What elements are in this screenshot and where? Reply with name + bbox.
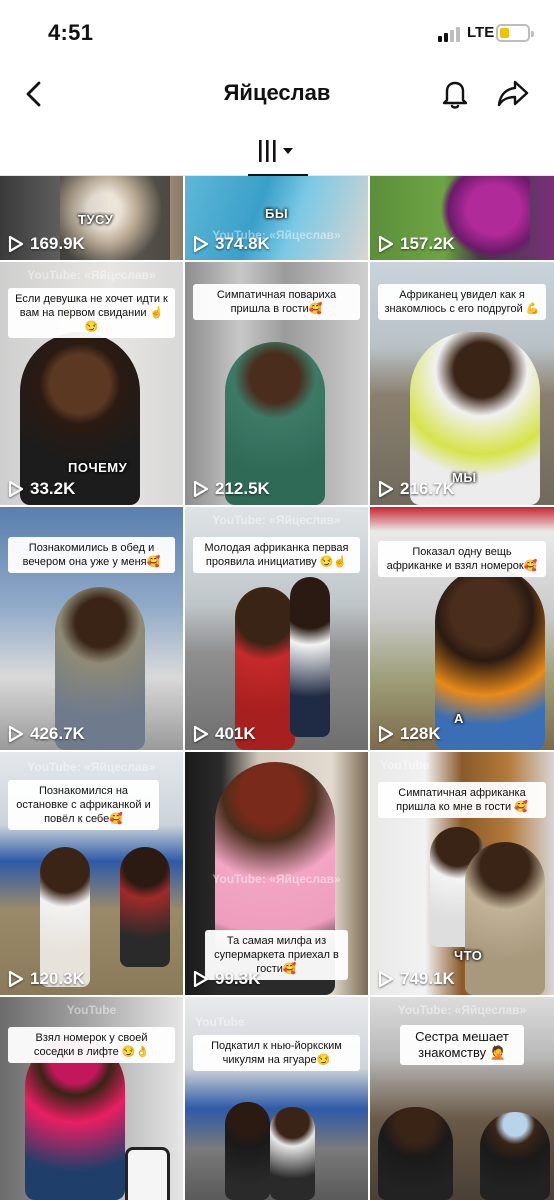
- view-count: 401K: [193, 724, 256, 744]
- video-overlay-text: ПОЧЕМУ: [68, 460, 128, 475]
- view-count-label: 216.7K: [400, 479, 455, 498]
- video-overlay-text: ТУСУ: [78, 212, 114, 227]
- play-icon: [8, 725, 24, 743]
- video-grid: ТУСУ 169.9K YouTube: «Яйцеслав» БЫ 374.8…: [0, 176, 554, 1200]
- video-caption: Сестра мешает знакомству 🤦: [400, 1025, 524, 1065]
- video-tile[interactable]: YouTube Симпатичная африканка пришла ко …: [370, 752, 554, 995]
- share-arrow-icon: [497, 80, 529, 107]
- video-tile[interactable]: YouTube: «Яйцеслав» Сестра мешает знаком…: [370, 997, 554, 1200]
- video-caption: Подкатил к нью-йоркским чикулям на ягуар…: [193, 1035, 360, 1071]
- watermark: YouTube: [66, 1003, 117, 1017]
- view-count: 157.2K: [378, 234, 455, 254]
- video-caption: Африканец увидел как я знакомлюсь с его …: [378, 284, 546, 320]
- video-caption: Познакомились в обед и вечером она уже у…: [8, 537, 175, 573]
- view-count-label: 401K: [215, 724, 256, 743]
- play-icon: [8, 480, 24, 498]
- play-icon: [378, 480, 394, 498]
- view-count: 169.9K: [8, 234, 85, 254]
- view-count: 374.8K: [193, 234, 270, 254]
- watermark: YouTube: «Яйцеслав»: [397, 1003, 527, 1017]
- play-icon: [8, 235, 24, 253]
- video-caption: Познакомился на остановке с африканкой и…: [8, 780, 159, 830]
- view-count-label: 212.5K: [215, 479, 270, 498]
- video-tile[interactable]: YouTube: «Яйцеслав» БЫ 374.8K: [185, 176, 368, 260]
- video-tile[interactable]: YouTube Взял номерок у своей соседки в л…: [0, 997, 183, 1200]
- view-count-label: 157.2K: [400, 234, 455, 253]
- play-icon: [193, 970, 209, 988]
- tab-videos-grid[interactable]: [252, 136, 302, 166]
- play-icon: [378, 970, 394, 988]
- video-caption: Симпатичная повариха пришла в гости🥰: [193, 284, 360, 320]
- view-count-label: 374.8K: [215, 234, 270, 253]
- view-count: 426.7K: [8, 724, 85, 744]
- watermark: YouTube: «Яйцеслав»: [27, 268, 156, 282]
- view-count: 212.5K: [193, 479, 270, 499]
- video-tile[interactable]: Познакомились в обед и вечером она уже у…: [0, 507, 183, 750]
- view-count: 128K: [378, 724, 441, 744]
- watermark: YouTube: «Яйцеслав»: [212, 513, 341, 527]
- video-tile[interactable]: Африканец увидел как я знакомлюсь с его …: [370, 262, 554, 505]
- view-count: 749.1K: [378, 969, 455, 989]
- view-count-label: 99.3K: [215, 969, 261, 988]
- view-count: 99.3K: [193, 969, 260, 989]
- video-overlay-text: БЫ: [265, 206, 289, 221]
- video-tile[interactable]: Показал одну вещь африканке и взял номер…: [370, 507, 554, 750]
- view-count-label: 749.1K: [400, 969, 455, 988]
- play-icon: [378, 725, 394, 743]
- video-caption: Симпатичная африканка пришла ко мне в го…: [378, 782, 546, 818]
- watermark: YouTube: [380, 758, 430, 772]
- play-icon: [378, 235, 394, 253]
- video-caption: Молодая африканка первая проявила инициа…: [193, 537, 360, 573]
- video-caption: Показал одну вещь африканке и взял номер…: [378, 541, 546, 577]
- video-overlay-text: МЫ: [452, 470, 477, 485]
- play-icon: [193, 480, 209, 498]
- video-tile[interactable]: YouTube: «Яйцеслав» Молодая африканка пе…: [185, 507, 368, 750]
- notifications-button[interactable]: [438, 76, 472, 110]
- video-tile[interactable]: ТУСУ 169.9K: [0, 176, 183, 260]
- battery-icon: [496, 24, 534, 42]
- watermark: YouTube: «Яйцеслав»: [212, 872, 341, 886]
- watermark: YouTube: [195, 1015, 245, 1029]
- view-count-label: 33.2K: [30, 479, 76, 498]
- status-time: 4:51: [48, 20, 94, 45]
- play-icon: [193, 235, 209, 253]
- view-count-label: 120.3K: [30, 969, 85, 988]
- view-count: 216.7K: [378, 479, 455, 499]
- view-count-label: 169.9K: [30, 234, 85, 253]
- play-icon: [8, 970, 24, 988]
- content-tabs: [0, 124, 554, 176]
- status-bar: 4:51 LTE: [0, 0, 554, 64]
- video-tile[interactable]: YouTube: «Яйцеслав» Та самая милфа из су…: [185, 752, 368, 995]
- view-count-label: 426.7K: [30, 724, 85, 743]
- video-tile[interactable]: YouTube: «Яйцеслав» Познакомился на оста…: [0, 752, 183, 995]
- view-count: 33.2K: [8, 479, 75, 499]
- cellular-signal-icon: [438, 26, 462, 42]
- video-tile[interactable]: 157.2K: [370, 176, 554, 260]
- video-overlay-text: А: [454, 711, 464, 726]
- view-count: 120.3K: [8, 969, 85, 989]
- play-icon: [193, 725, 209, 743]
- watermark: YouTube: «Яйцеслав»: [27, 760, 156, 774]
- video-caption: Взял номерок у своей соседки в лифте 😏👌: [8, 1027, 175, 1063]
- video-tile[interactable]: YouTube Подкатил к нью-йоркским чикулям …: [185, 997, 368, 1200]
- video-tile[interactable]: YouTube: «Яйцеслав» Если девушка не хоче…: [0, 262, 183, 505]
- network-type: LTE: [467, 24, 495, 41]
- profile-header: Яйцеслав: [0, 64, 554, 124]
- grid-filter-icon: [259, 140, 293, 162]
- view-count-label: 128K: [400, 724, 441, 743]
- bell-icon: [442, 81, 468, 109]
- video-caption: Если девушка не хочет идти к вам на перв…: [8, 288, 175, 338]
- video-overlay-text: ЧТО: [454, 948, 483, 963]
- video-tile[interactable]: Симпатичная повариха пришла в гости🥰 212…: [185, 262, 368, 505]
- share-button[interactable]: [496, 76, 530, 110]
